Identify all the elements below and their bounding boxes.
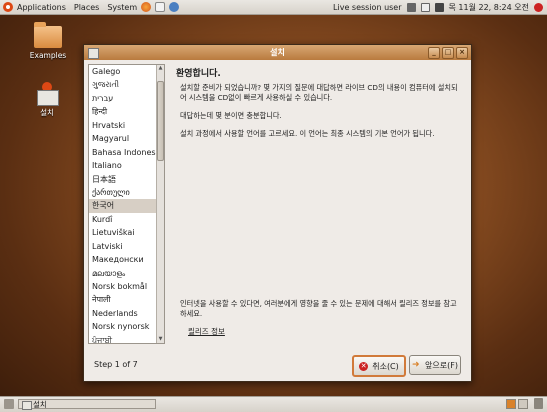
scroll-up-icon[interactable]: ▲ [157, 65, 164, 72]
language-item[interactable]: Hrvatski [89, 119, 164, 132]
language-item[interactable]: नेपाली [89, 293, 164, 306]
language-list[interactable]: Galego ગુજરાતી עברית हिन्दी Hrvatski Magyarul… [88, 64, 165, 344]
help-icon[interactable] [169, 2, 180, 12]
folder-icon [34, 22, 62, 48]
installer-icon [35, 82, 59, 106]
workspace-1[interactable] [506, 399, 516, 409]
workspace-2[interactable] [518, 399, 528, 409]
cancel-icon: ✕ [359, 361, 369, 371]
desktop-icon-label: 설치 [40, 108, 54, 117]
language-item[interactable]: Norsk bokmål [89, 280, 164, 293]
mail-icon[interactable] [155, 2, 166, 12]
step-indicator: Step 1 of 7 [94, 360, 138, 369]
trash-icon[interactable] [534, 398, 543, 409]
window-titlebar[interactable]: 설치 _ □ × [84, 45, 471, 60]
clock[interactable]: 목 11월 22, 8:24 오전 [449, 2, 529, 13]
close-button[interactable]: × [456, 47, 468, 59]
language-item[interactable]: Македонски [89, 253, 164, 266]
language-item[interactable]: Bahasa Indonesia [89, 146, 164, 159]
language-item[interactable]: Galego [89, 65, 164, 78]
forward-button-label: 앞으로(F) [425, 360, 458, 370]
welcome-paragraph-2: 대답하는데 몇 분이면 충분합니다. [180, 111, 282, 120]
power-icon[interactable] [534, 2, 543, 12]
taskbar-app-icon [22, 401, 32, 410]
language-item[interactable]: Lietuviškai [89, 226, 164, 239]
session-label[interactable]: Live session user [333, 3, 401, 12]
top-panel: Applications Places System Live session … [0, 0, 547, 15]
language-item[interactable]: 日本語 [89, 173, 164, 186]
welcome-pane: 환영합니다. 설치할 준비가 되었습니까? 몇 가지의 질문에 대답하면 라이브… [172, 64, 466, 342]
firefox-icon[interactable] [141, 2, 152, 12]
menu-applications[interactable]: Applications [17, 3, 66, 12]
cancel-button-label: 취소(C) [372, 361, 399, 371]
release-notes-paragraph: 인터넷을 사용할 수 있다면, 여러분에게 영향을 줄 수 있는 문제에 대해서… [180, 299, 457, 318]
language-item[interactable]: മലയാളം [89, 267, 164, 280]
desktop-icon-install[interactable]: 설치 [30, 82, 64, 118]
forward-arrow-icon: ➜ [412, 359, 420, 370]
release-notes-link[interactable]: 릴리즈 정보 [188, 326, 225, 337]
cancel-button[interactable]: ✕ 취소(C) [352, 355, 406, 377]
taskbar-window-button[interactable]: 설치 [18, 399, 156, 410]
language-item[interactable]: हिन्दी [89, 105, 164, 118]
language-item[interactable]: ਪੰਜਾਬੀ [89, 334, 164, 343]
show-desktop-icon[interactable] [4, 399, 14, 409]
ubuntu-logo-icon[interactable] [3, 2, 13, 12]
desktop-icon-label: Examples [29, 51, 67, 60]
top-right-area: Live session user 목 11월 22, 8:24 오전 [333, 0, 543, 14]
welcome-paragraph-1: 설치할 준비가 되었습니까? 몇 가지의 질문에 대답하면 라이브 CD의 내용… [180, 83, 458, 102]
scroll-thumb[interactable] [157, 81, 164, 161]
minimize-button[interactable]: _ [428, 47, 440, 59]
language-item[interactable]: Kurdî [89, 213, 164, 226]
welcome-title: 환영합니다. [176, 69, 221, 79]
maximize-button[interactable]: □ [442, 47, 454, 59]
language-item[interactable]: Nederlands [89, 307, 164, 320]
window-app-icon [88, 48, 99, 59]
menu-places[interactable]: Places [74, 3, 99, 12]
installer-window: 설치 _ □ × Galego ગુજરાતી עברית हिन्दी Hrvatsk… [83, 44, 472, 382]
network-icon[interactable] [406, 2, 416, 12]
language-list-scrollbar[interactable]: ▲ ▼ [156, 65, 164, 343]
language-item[interactable]: Latviski [89, 240, 164, 253]
language-item[interactable]: ગુજરાતી [89, 78, 164, 91]
language-item[interactable]: 한국어 [89, 199, 164, 213]
welcome-paragraph-3: 설치 과정에서 사용할 언어를 고르세요. 이 언어는 최종 시스템의 기본 언… [180, 129, 435, 138]
bottom-panel: 설치 [0, 396, 547, 412]
language-item[interactable]: עברית [89, 92, 164, 105]
mail-notify-icon[interactable] [420, 2, 430, 12]
menu-system[interactable]: System [107, 3, 137, 12]
language-item[interactable]: ქართული [89, 186, 164, 199]
language-item[interactable]: Magyarul [89, 132, 164, 145]
language-item[interactable]: Norsk nynorsk [89, 320, 164, 333]
volume-icon[interactable] [434, 2, 444, 12]
forward-button[interactable]: ➜ 앞으로(F) [409, 355, 461, 375]
scroll-down-icon[interactable]: ▼ [157, 336, 164, 343]
language-item[interactable]: Italiano [89, 159, 164, 172]
desktop-icon-examples[interactable]: Examples [28, 22, 68, 60]
window-title: 설치 [270, 48, 285, 57]
taskbar-window-label: 설치 [33, 400, 47, 409]
